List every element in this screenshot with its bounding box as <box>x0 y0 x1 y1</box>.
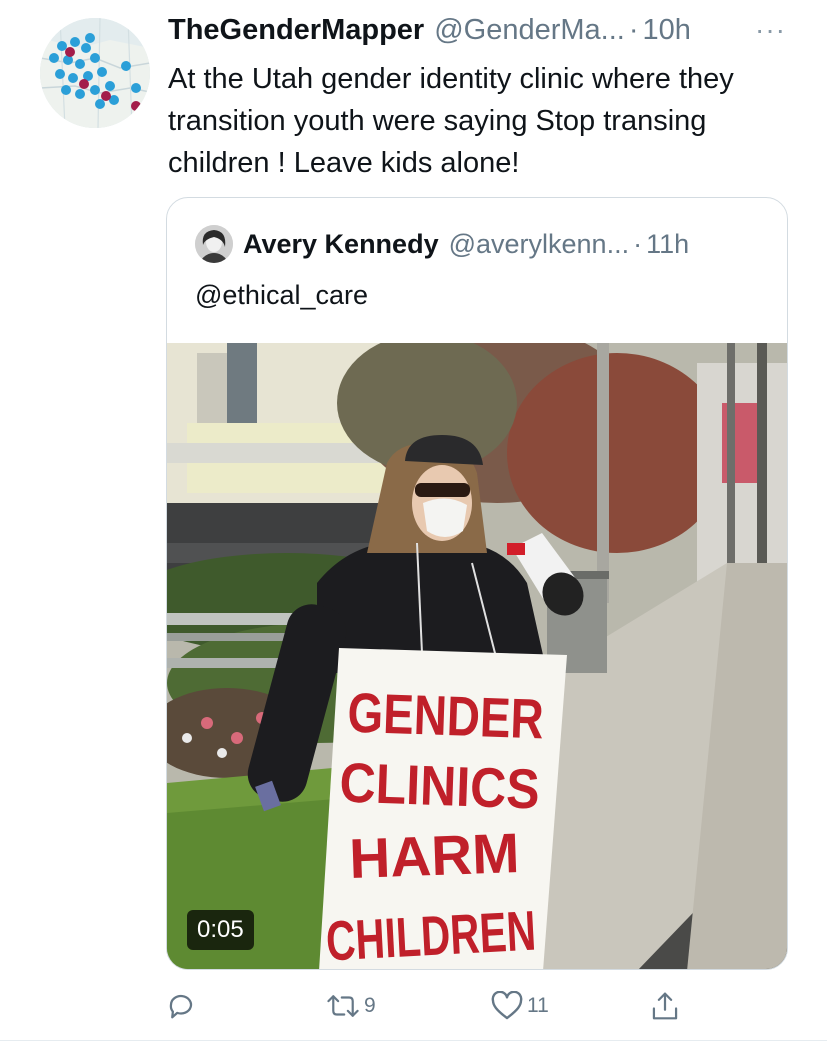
retweet-icon <box>326 991 360 1021</box>
share-icon <box>650 990 680 1022</box>
video-duration-badge: 0:05 <box>187 910 254 950</box>
sign-line-2: CLINICS <box>339 751 541 821</box>
divider <box>0 1040 827 1041</box>
sign-line-3: HARM <box>348 821 520 890</box>
like-button[interactable]: 11 <box>491 988 549 1024</box>
video-player[interactable]: GENDER CLINICS HARM CHILDREN 0:05 <box>167 343 787 970</box>
action-bar: 9 11 <box>166 988 706 1028</box>
quoted-display-name[interactable]: Avery Kennedy <box>243 229 439 260</box>
quoted-handle[interactable]: @averylkenn... <box>449 229 629 260</box>
sign-line-1: GENDER <box>347 681 545 751</box>
sign-line-4: CHILDREN <box>324 899 537 970</box>
retweet-count: 9 <box>364 994 376 1017</box>
separator: · <box>628 14 639 46</box>
heart-icon <box>491 991 523 1021</box>
quoted-tweet-header: Avery Kennedy @averylkenn... · 11h <box>195 225 689 263</box>
quoted-avatar <box>195 225 233 263</box>
like-count: 11 <box>527 994 549 1017</box>
tweet-text: At the Utah gender identity clinic where… <box>168 63 734 179</box>
quoted-tweet-text[interactable]: @ethical_care <box>195 280 368 311</box>
tweet-header: TheGenderMapper @GenderMa... · 10h ··· <box>168 14 808 54</box>
quoted-separator: · <box>633 228 643 259</box>
more-options-icon[interactable]: ··· <box>755 14 786 46</box>
quoted-timestamp[interactable]: 11h <box>646 229 689 260</box>
avatar[interactable] <box>40 18 150 128</box>
reply-button[interactable] <box>166 988 196 1024</box>
video-thumbnail: GENDER CLINICS HARM CHILDREN <box>167 343 787 970</box>
tweet[interactable]: TheGenderMapper @GenderMa... · 10h ··· A… <box>0 0 827 1043</box>
handle[interactable]: @GenderMa... <box>434 14 625 47</box>
retweet-button[interactable]: 9 <box>326 988 376 1024</box>
display-name[interactable]: TheGenderMapper <box>168 14 424 47</box>
share-button[interactable] <box>650 988 680 1024</box>
reply-icon <box>166 991 196 1021</box>
map-avatar-image <box>40 18 150 128</box>
quoted-tweet[interactable]: Avery Kennedy @averylkenn... · 11h @ethi… <box>166 197 788 970</box>
timestamp[interactable]: 10h <box>643 14 691 47</box>
